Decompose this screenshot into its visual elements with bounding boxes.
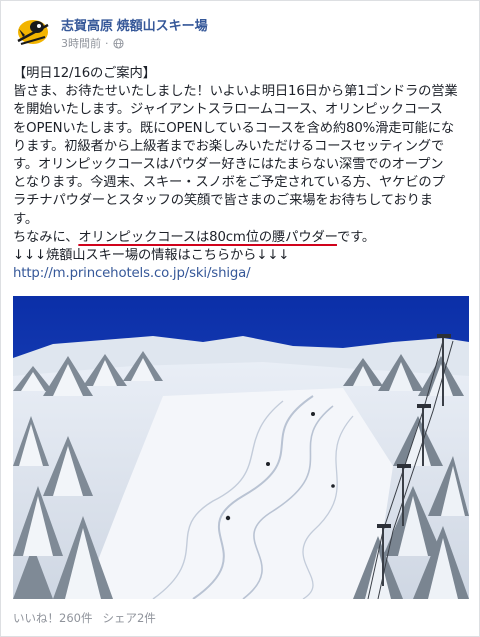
powder-note-highlight: オリンピックコースは80cm位の腰パウダー (78, 229, 337, 245)
post-line: を開始いたします。ジャイアントスラロームコース、オリンピックコース (13, 102, 443, 118)
post-body: 【明日12/16のご案内】 皆さま、お待たせいたしました！いよいよ明日16日から… (13, 65, 469, 283)
powder-note-suffix: です。 (336, 229, 376, 245)
post-line: となります。今週末、スキー・スノボをご予定されている方、ヤケビのプ (13, 175, 445, 191)
post-line: ↓↓↓焼額山スキー場の情報はこちらから↓↓↓ (13, 248, 290, 264)
post-timestamp[interactable]: 3時間前 (61, 35, 101, 51)
post-photo[interactable] (13, 296, 469, 599)
post-meta: 3時間前 · (61, 35, 124, 51)
post-line: ります。初級者から上級者までお楽しみいただけるコースセッティングで (13, 138, 445, 154)
shares-count[interactable]: シェア2件 (102, 610, 155, 626)
powder-note-prefix: ちなみに、 (13, 229, 79, 245)
page-avatar[interactable] (13, 11, 53, 51)
globe-icon[interactable] (112, 37, 124, 49)
post-line: す。オリンピックコースはパウダー好きにはたまらない深雪でのオープン (13, 157, 444, 173)
post-line: 【明日12/16のご案内】 (13, 66, 156, 81)
meta-separator: · (105, 36, 109, 50)
post-line: 皆さま、お待たせいたしました！いよいよ明日16日から第1ゴンドラの営業 (13, 84, 458, 100)
page-name-link[interactable]: 志賀高原 焼額山スキー場 (61, 15, 208, 34)
resort-info-link[interactable]: http://m.princehotels.co.jp/ski/shiga/ (13, 266, 251, 281)
post-line-powder: ちなみに、オリンピックコースは80cm位の腰パウダーです。 (13, 229, 469, 247)
post-line: ラチナパウダーとスタッフの笑顔で皆さまのご来場をお待ちしておりま (13, 193, 433, 209)
ski-slope-photo (13, 296, 469, 599)
post-card: 志賀高原 焼額山スキー場 3時間前 · 【明日12/16のご案内】 皆さま、お待… (0, 0, 480, 637)
mascot-logo-icon (13, 11, 53, 51)
engagement-footer: いいね！260件 シェア2件 (13, 610, 156, 626)
post-line: す。 (13, 211, 38, 227)
post-line: をOPENいたします。既にOPENしているコースを含め約80%滑走可能にな (13, 120, 454, 136)
likes-count[interactable]: いいね！260件 (13, 610, 92, 626)
